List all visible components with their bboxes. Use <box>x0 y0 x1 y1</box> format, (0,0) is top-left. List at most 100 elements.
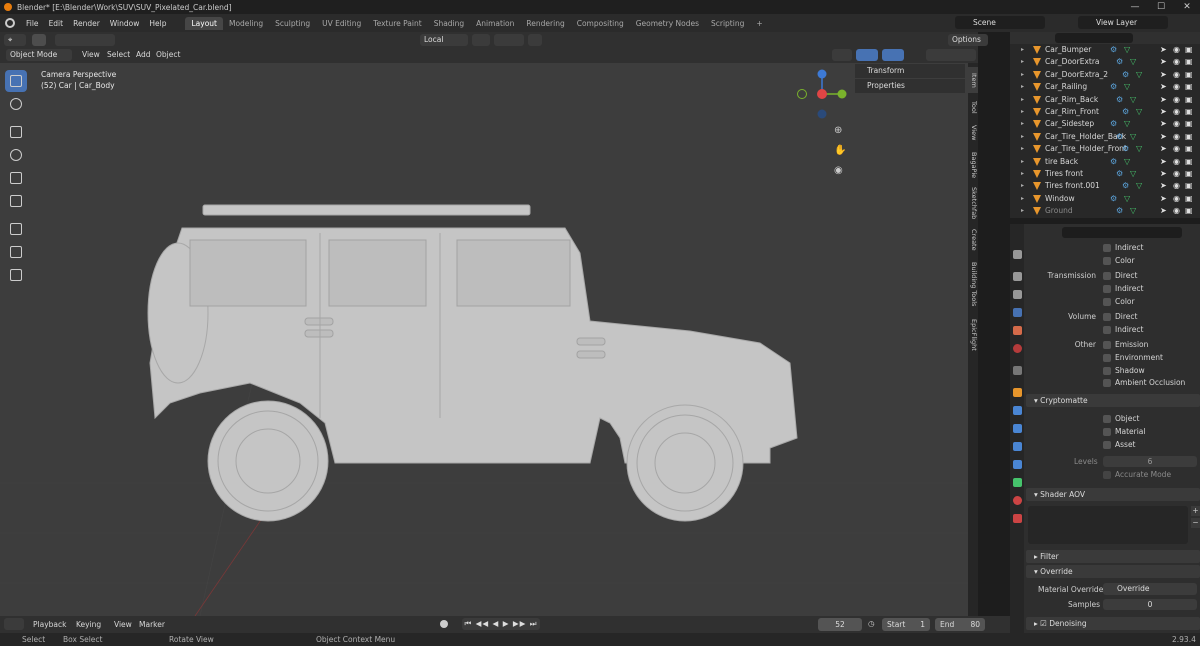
tab-texture-paint[interactable]: Texture Paint <box>367 17 427 30</box>
visibility-icon[interactable] <box>832 49 852 61</box>
mode-select[interactable]: Object Mode <box>6 49 72 61</box>
pivot-icon[interactable] <box>472 34 490 46</box>
camera-icon[interactable]: ▣ <box>1185 56 1193 68</box>
eye-icon[interactable]: ◉ <box>1173 156 1180 168</box>
selectable-icon[interactable]: ➤ <box>1160 143 1167 155</box>
tab-modeling[interactable]: Modeling <box>223 17 269 30</box>
pass-row[interactable]: Color <box>1024 296 1200 308</box>
outliner-row[interactable]: ▸ Tires front.001 ⚙ ▽ ➤ ◉ ▣ <box>1010 180 1200 192</box>
transform-orientation-select[interactable]: Local <box>420 34 468 46</box>
scene-props-icon[interactable] <box>1013 326 1022 335</box>
tab-scripting[interactable]: Scripting <box>705 17 750 30</box>
eye-icon[interactable]: ◉ <box>1173 168 1180 180</box>
camera-icon[interactable]: ▣ <box>1185 143 1193 155</box>
outliner-row[interactable]: ▸ Car_Tire_Holder_Back ⚙ ▽ ➤ ◉ ▣ <box>1010 131 1200 143</box>
end-frame-field[interactable]: End 80 <box>935 618 985 631</box>
viewport-menu-object[interactable]: Object <box>156 49 180 61</box>
selectable-icon[interactable]: ➤ <box>1160 44 1167 56</box>
outliner-search-input[interactable] <box>1055 33 1133 43</box>
expand-arrow-icon[interactable]: ▸ <box>1021 193 1024 205</box>
start-frame-field[interactable]: Start 1 <box>882 618 930 631</box>
expand-arrow-icon[interactable]: ▸ <box>1021 94 1024 106</box>
sidebar-tab-create[interactable]: Create <box>968 226 978 254</box>
eye-icon[interactable]: ◉ <box>1173 106 1180 118</box>
expand-arrow-icon[interactable]: ▸ <box>1021 180 1024 192</box>
shading-modes-icon[interactable] <box>926 49 976 61</box>
overlay-toggle-icon[interactable] <box>882 49 904 61</box>
pass-row[interactable]: Color <box>1024 255 1200 267</box>
maximize-button[interactable]: ☐ <box>1148 0 1174 14</box>
eye-icon[interactable]: ◉ <box>1173 205 1180 217</box>
properties-search-input[interactable] <box>1062 227 1182 238</box>
pass-row[interactable]: Other Emission <box>1024 339 1200 351</box>
tab-animation[interactable]: Animation <box>470 17 520 30</box>
outliner-row[interactable]: ▸ Ground ⚙ ▽ ➤ ◉ ▣ <box>1010 205 1200 217</box>
options-button[interactable]: Options <box>948 34 988 46</box>
cryptomatte-object-checkbox[interactable] <box>1103 415 1111 423</box>
menu-help[interactable]: Help <box>144 19 171 28</box>
measure-tool[interactable] <box>5 241 27 263</box>
select-mode-icon[interactable] <box>32 34 46 46</box>
tab-shading[interactable]: Shading <box>428 17 470 30</box>
pass-row[interactable]: Indirect <box>1024 324 1200 336</box>
tab-uv-editing[interactable]: UV Editing <box>316 17 367 30</box>
pass-checkbox[interactable] <box>1103 285 1111 293</box>
material-props-icon[interactable] <box>1013 496 1022 505</box>
denoising-panel-header[interactable]: ▸ ☑ Denoising <box>1026 617 1200 630</box>
tab-rendering[interactable]: Rendering <box>520 17 570 30</box>
sidebar-tab-bagapie[interactable]: BagaPie <box>968 149 978 181</box>
camera-icon[interactable]: ▣ <box>1185 193 1193 205</box>
selectable-icon[interactable]: ➤ <box>1160 193 1167 205</box>
current-frame-field[interactable]: 52 <box>818 618 862 631</box>
selectable-icon[interactable]: ➤ <box>1160 56 1167 68</box>
eye-icon[interactable]: ◉ <box>1173 180 1180 192</box>
pass-row[interactable]: Transmission Direct <box>1024 270 1200 282</box>
selectable-icon[interactable]: ➤ <box>1160 81 1167 93</box>
render-props-icon[interactable] <box>1013 272 1022 281</box>
eye-icon[interactable]: ◉ <box>1173 69 1180 81</box>
cryptomatte-material-row[interactable]: Material <box>1024 426 1200 438</box>
outliner-row[interactable]: ▸ Tires front ⚙ ▽ ➤ ◉ ▣ <box>1010 168 1200 180</box>
pass-checkbox[interactable] <box>1103 313 1111 321</box>
pass-checkbox[interactable] <box>1103 257 1111 265</box>
outliner-row[interactable]: ▸ Window ⚙ ▽ ➤ ◉ ▣ <box>1010 193 1200 205</box>
expand-arrow-icon[interactable]: ▸ <box>1021 205 1024 217</box>
add-aov-button[interactable]: + <box>1191 506 1200 516</box>
eye-icon[interactable]: ◉ <box>1173 193 1180 205</box>
pass-checkbox[interactable] <box>1103 272 1111 280</box>
tab-layout[interactable]: Layout <box>185 16 223 30</box>
menu-edit[interactable]: Edit <box>44 19 69 28</box>
material-override-field[interactable]: Override <box>1103 583 1197 595</box>
annotate-tool[interactable] <box>5 218 27 240</box>
camera-icon[interactable]: ▣ <box>1185 118 1193 130</box>
sidebar-tab-tool[interactable]: Tool <box>968 95 978 119</box>
3d-viewport[interactable]: Camera Perspective (52) Car | Car_Body T… <box>0 63 978 616</box>
select-tool[interactable] <box>5 70 27 92</box>
output-props-icon[interactable] <box>1013 290 1022 299</box>
timeline-menu-playback[interactable]: Playback <box>33 619 66 631</box>
menu-render[interactable]: Render <box>68 19 105 28</box>
expand-arrow-icon[interactable]: ▸ <box>1021 156 1024 168</box>
outliner-row[interactable]: ▸ Car_Sidestep ⚙ ▽ ➤ ◉ ▣ <box>1010 118 1200 130</box>
viewport-menu-view[interactable]: View <box>82 49 100 61</box>
sidebar-tab-view[interactable]: View <box>968 121 978 145</box>
snap-icon[interactable] <box>494 34 524 46</box>
filter-panel-header[interactable]: ▸ Filter <box>1026 550 1200 563</box>
eye-icon[interactable]: ◉ <box>1173 81 1180 93</box>
selectable-icon[interactable]: ➤ <box>1160 156 1167 168</box>
selectable-icon[interactable]: ➤ <box>1160 180 1167 192</box>
cryptomatte-panel-header[interactable]: ▾ Cryptomatte <box>1026 394 1200 407</box>
view-layer-selector[interactable]: View Layer <box>1078 16 1168 29</box>
cryptomatte-material-checkbox[interactable] <box>1103 428 1111 436</box>
menu-window[interactable]: Window <box>105 19 145 28</box>
remove-aov-button[interactable]: − <box>1191 518 1200 528</box>
particles-props-icon[interactable] <box>1013 424 1022 433</box>
outliner-row[interactable]: ▸ Car_DoorExtra ⚙ ▽ ➤ ◉ ▣ <box>1010 56 1200 68</box>
selectable-icon[interactable]: ➤ <box>1160 168 1167 180</box>
add-cube-tool[interactable] <box>5 264 27 286</box>
accurate-mode-row[interactable]: Accurate Mode <box>1024 469 1200 481</box>
transform-panel[interactable]: Transform <box>855 64 965 78</box>
selectable-icon[interactable]: ➤ <box>1160 69 1167 81</box>
aov-list[interactable] <box>1028 506 1188 544</box>
expand-arrow-icon[interactable]: ▸ <box>1021 44 1024 56</box>
